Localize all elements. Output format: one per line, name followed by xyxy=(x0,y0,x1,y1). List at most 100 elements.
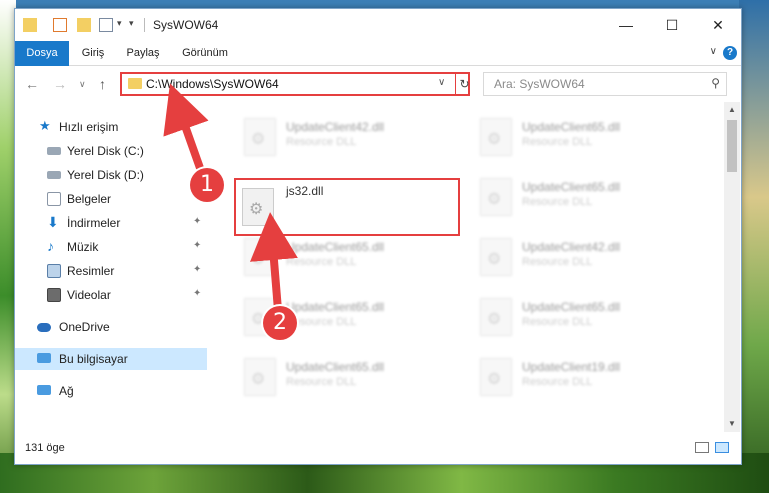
file-item[interactable]: UpdateClient65.dll Resource DLL xyxy=(234,232,464,282)
tab-view[interactable]: Görünüm xyxy=(175,41,235,65)
chevron-down-icon[interactable]: ▾ xyxy=(129,18,143,32)
recent-locations-icon[interactable]: ∨ xyxy=(79,79,86,90)
nav-item-this-pc[interactable]: Bu bilgisayar xyxy=(15,348,207,370)
status-bar: 131 öge xyxy=(15,432,741,463)
help-button[interactable]: ? xyxy=(723,46,737,60)
address-path[interactable]: C:\Windows\SysWOW64 xyxy=(146,77,279,91)
vertical-scrollbar[interactable]: ▲ ▼ xyxy=(724,102,740,432)
nav-label: Belgeler xyxy=(67,192,112,206)
nav-item-pictures[interactable]: Resimler ✦ xyxy=(15,260,207,282)
video-icon xyxy=(47,288,61,302)
nav-item-documents[interactable]: Belgeler xyxy=(15,188,207,210)
search-icon: ⚲ xyxy=(711,76,720,90)
pin-icon[interactable]: ✦ xyxy=(193,240,201,251)
dll-file-icon xyxy=(480,178,512,216)
file-name: UpdateClient42.dll xyxy=(522,240,621,254)
title-bar: ▾ ▾ SysWOW64 — ☐ ✕ xyxy=(15,9,741,41)
up-icon[interactable]: ↑ xyxy=(99,76,106,92)
music-icon: ♪ xyxy=(47,238,54,254)
file-description: Resource DLL xyxy=(522,196,593,208)
details-view-icon[interactable] xyxy=(695,442,709,453)
computer-icon xyxy=(37,353,51,363)
properties-icon[interactable] xyxy=(53,18,67,32)
nav-item-downloads[interactable]: ⬇ İndirmeler ✦ xyxy=(15,212,207,234)
nav-item-music[interactable]: ♪ Müzik ✦ xyxy=(15,236,207,258)
file-description: Resource DLL xyxy=(286,256,357,268)
nav-label: İndirmeler xyxy=(67,216,121,230)
network-icon xyxy=(37,385,51,395)
scroll-up-icon[interactable]: ▲ xyxy=(724,102,740,118)
nav-label: Hızlı erişim xyxy=(59,120,119,134)
wallpaper-right xyxy=(739,0,769,493)
file-name: js32.dll xyxy=(286,184,324,198)
file-name: UpdateClient65.dll xyxy=(522,120,621,134)
drive-icon xyxy=(47,171,61,179)
file-description: Resource DLL xyxy=(286,136,357,148)
step-badge-1: 1 xyxy=(190,168,224,202)
ribbon-expand-icon[interactable]: ∨ xyxy=(710,46,717,57)
file-description: Resource DLL xyxy=(522,376,593,388)
new-folder-icon[interactable] xyxy=(77,18,91,32)
item-count: 131 öge xyxy=(25,442,65,454)
file-item[interactable]: UpdateClient65.dll Resource DLL xyxy=(470,172,700,222)
nav-label: Ağ xyxy=(59,384,74,398)
file-description: Resource DLL xyxy=(286,376,357,388)
folder-icon xyxy=(128,78,142,89)
pin-icon[interactable]: ✦ xyxy=(193,264,201,275)
file-name: UpdateClient65.dll xyxy=(286,360,385,374)
scroll-down-icon[interactable]: ▼ xyxy=(724,416,740,432)
explorer-window: ▾ ▾ SysWOW64 — ☐ ✕ Dosya Giriş Paylaş Gö… xyxy=(14,8,742,465)
nav-label: Yerel Disk (D:) xyxy=(67,168,144,182)
nav-quick-access[interactable]: ★ Hızlı erişim xyxy=(15,116,207,138)
address-row: ← → ∨ ↑ C:\Windows\SysWOW64 ∨ ↻ Ara: Sys… xyxy=(15,66,741,102)
nav-item-drive-c[interactable]: Yerel Disk (C:) xyxy=(15,140,207,162)
title-separator xyxy=(144,18,145,32)
large-icons-view-icon[interactable] xyxy=(715,442,729,453)
back-icon[interactable]: ← xyxy=(25,76,39,92)
download-icon: ⬇ xyxy=(47,214,59,230)
dll-file-icon xyxy=(244,238,276,276)
customize-toolbar-icon[interactable] xyxy=(99,18,113,32)
minimize-button[interactable]: — xyxy=(603,9,649,41)
star-icon: ★ xyxy=(39,118,51,133)
address-bar[interactable]: C:\Windows\SysWOW64 ∨ ↻ xyxy=(120,72,470,96)
document-icon xyxy=(47,192,61,206)
nav-item-network[interactable]: Ağ xyxy=(15,380,207,402)
ribbon-tabs: Dosya Giriş Paylaş Görünüm ∨ ? xyxy=(15,41,741,91)
maximize-button[interactable]: ☐ xyxy=(649,9,695,41)
scroll-thumb[interactable] xyxy=(727,120,737,172)
file-item[interactable]: UpdateClient65.dll Resource DLL xyxy=(470,112,700,162)
nav-item-onedrive[interactable]: OneDrive xyxy=(15,316,207,338)
nav-item-drive-d[interactable]: Yerel Disk (D:) xyxy=(15,164,207,186)
drive-icon xyxy=(47,147,61,155)
search-input[interactable]: Ara: SysWOW64 ⚲ xyxy=(483,72,727,96)
file-description: Resource DLL xyxy=(522,316,593,328)
pin-icon[interactable]: ✦ xyxy=(193,288,201,299)
file-description: Resource DLL xyxy=(522,256,593,268)
window-title: SysWOW64 xyxy=(153,18,219,32)
nav-label: Resimler xyxy=(67,264,115,278)
nav-label: OneDrive xyxy=(59,320,110,334)
file-name: UpdateClient19.dll xyxy=(522,360,621,374)
dll-file-icon xyxy=(480,358,512,396)
highlighted-file-item[interactable]: js32.dll xyxy=(234,178,460,236)
tab-share[interactable]: Paylaş xyxy=(117,41,169,65)
file-item[interactable]: UpdateClient42.dll Resource DLL xyxy=(470,232,700,282)
refresh-icon[interactable]: ↻ xyxy=(455,73,473,95)
tab-home[interactable]: Giriş xyxy=(71,41,115,65)
file-item[interactable]: UpdateClient42.dll Resource DLL xyxy=(234,112,464,162)
file-item[interactable]: UpdateClient65.dll Resource DLL xyxy=(234,352,464,402)
nav-item-videos[interactable]: Videolar ✦ xyxy=(15,284,207,306)
file-item[interactable]: UpdateClient19.dll Resource DLL xyxy=(470,352,700,402)
pin-icon[interactable]: ✦ xyxy=(193,216,201,227)
pictures-icon xyxy=(47,264,61,278)
chevron-down-icon[interactable]: ∨ xyxy=(438,77,445,88)
file-item[interactable]: UpdateClient65.dll Resource DLL xyxy=(470,292,700,342)
close-button[interactable]: ✕ xyxy=(695,9,741,41)
file-name: UpdateClient65.dll xyxy=(286,300,385,314)
nav-label: Videolar xyxy=(67,288,111,302)
forward-icon[interactable]: → xyxy=(53,76,67,92)
dll-file-icon xyxy=(480,238,512,276)
file-name: UpdateClient42.dll xyxy=(286,120,385,134)
dll-file-icon xyxy=(480,298,512,336)
